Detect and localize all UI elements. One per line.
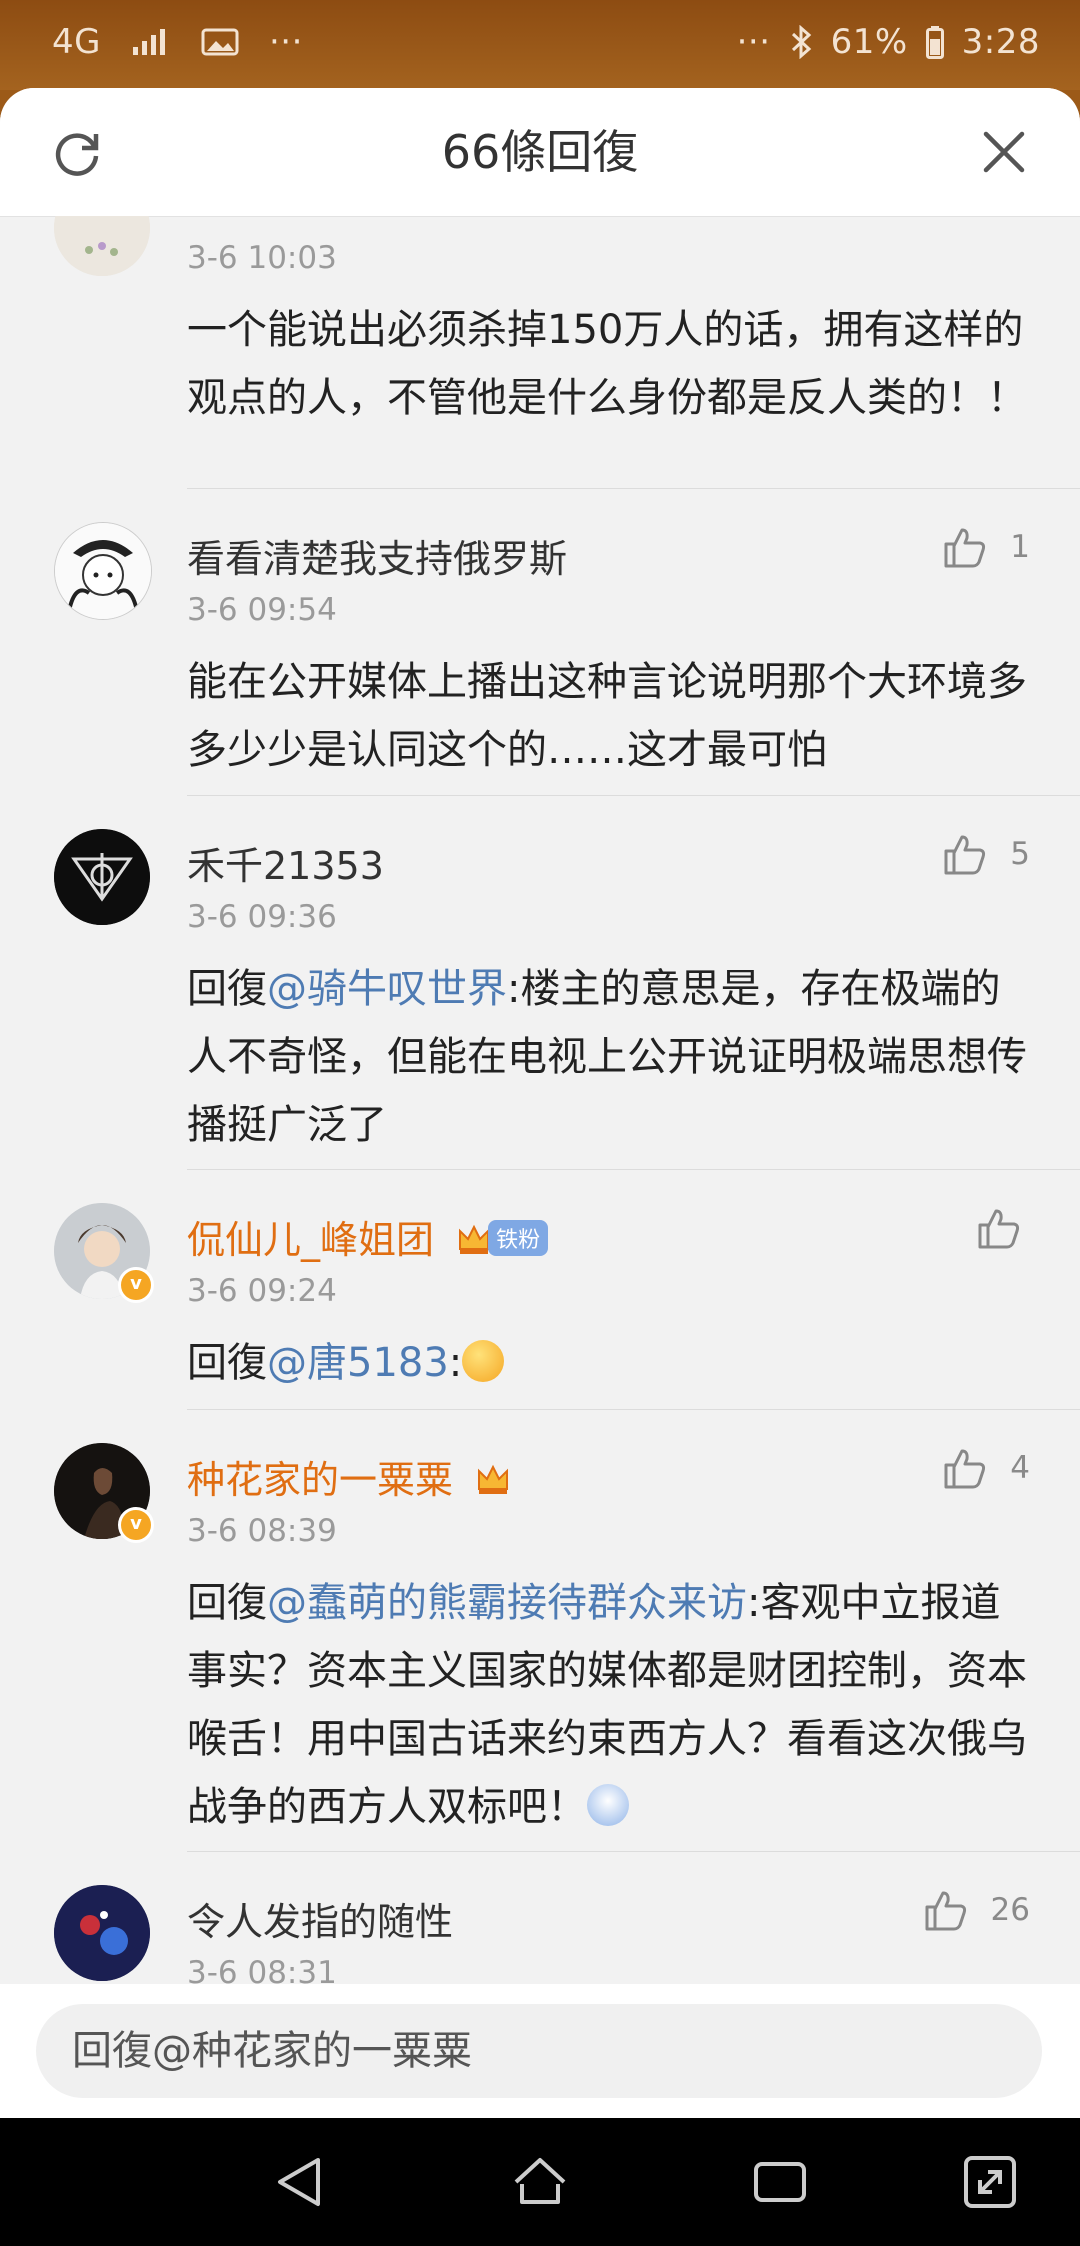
status-overflow-left: ··· xyxy=(268,22,303,62)
mention-link[interactable]: @蠢萌的熊霸接待群众来访 xyxy=(267,1580,747,1626)
avatar[interactable] xyxy=(54,829,150,925)
close-icon[interactable] xyxy=(978,126,1030,178)
like-count: 5 xyxy=(1010,836,1030,872)
like-button[interactable]: 26 xyxy=(923,1887,1030,1933)
divider xyxy=(187,1851,1080,1852)
mention-link[interactable]: @唐5183 xyxy=(267,1340,449,1386)
thumbs-up-icon xyxy=(925,1891,966,1931)
like-button[interactable]: 5 xyxy=(942,831,1030,877)
divider xyxy=(187,795,1080,796)
divider xyxy=(187,1169,1080,1170)
verified-badge-icon: v xyxy=(118,1267,154,1303)
comment-author-name: 种花家的一粟粟 xyxy=(187,1458,454,1502)
reply-prefix: 回復 xyxy=(187,1340,267,1386)
avatar[interactable] xyxy=(54,522,152,620)
comment-time: 3-6 09:54 xyxy=(187,592,337,628)
divider xyxy=(187,488,1080,489)
comment-text: 能在公开媒体上播出这种言论说明那个大环境多多少少是认同这个的……这才最可怕 xyxy=(187,659,1027,773)
comment-list[interactable]: 3-6 10:03 一个能说出必须杀掉150万人的话，拥有这样的观点的人，不管他… xyxy=(0,216,1080,2071)
recent-apps-icon[interactable] xyxy=(750,2152,810,2212)
reply-text: : xyxy=(448,1340,463,1386)
comment-author[interactable]: 侃仙儿_峰姐团 铁粉 xyxy=(187,1209,549,1264)
replies-sheet: 66條回復 3-6 10:03 一个能说出必须杀掉150万人的话，拥有这样的观点… xyxy=(0,88,1080,2118)
thumbs-up-icon xyxy=(944,1449,986,1489)
like-button[interactable]: 1 xyxy=(942,524,1030,570)
home-icon[interactable] xyxy=(510,2152,570,2212)
expand-icon[interactable] xyxy=(960,2152,1020,2212)
thumbs-up-icon xyxy=(944,528,986,568)
comment-time: 3-6 09:36 xyxy=(187,899,337,935)
comment-author[interactable]: 禾千21353 xyxy=(187,835,384,890)
page-title: 66條回復 xyxy=(441,125,639,179)
bluetooth-icon xyxy=(789,25,813,59)
thumbs-up-icon xyxy=(978,1209,1020,1249)
comment-time: 3-6 08:39 xyxy=(187,1513,337,1549)
fan-badge: 铁粉 xyxy=(488,1220,549,1256)
like-count: 26 xyxy=(990,1892,1030,1928)
comment-text: 一个能说出必须杀掉150万人的话，拥有这样的观点的人，不管他是什么身份都是反人类… xyxy=(187,307,1027,421)
sheet-header: 66條回復 xyxy=(0,88,1080,217)
reply-bar: 回復@种花家的一粟粟 xyxy=(0,1984,1080,2118)
system-nav-bar xyxy=(0,2118,1080,2246)
crown-icon xyxy=(475,1461,511,1497)
thumbs-up-icon xyxy=(944,835,986,875)
status-overflow-right: ··· xyxy=(736,22,771,62)
comment-author[interactable]: 种花家的一粟粟 xyxy=(187,1449,511,1504)
battery-icon xyxy=(925,25,944,59)
panda-emoji-icon xyxy=(587,1784,629,1826)
network-indicator: 4G xyxy=(52,22,101,62)
reply-prefix: 回復 xyxy=(187,1580,267,1626)
mention-link[interactable]: @骑牛叹世界 xyxy=(267,966,507,1012)
divider xyxy=(187,1409,1080,1410)
comment-time: 3-6 09:24 xyxy=(187,1273,337,1309)
like-button[interactable] xyxy=(976,1205,1022,1251)
comment-text: 回復@骑牛叹世界:楼主的意思是，存在极端的人不奇怪，但能在电视上公开说证明极端思… xyxy=(187,955,1037,1159)
clock: 3:28 xyxy=(961,22,1040,62)
comment-author-name: 侃仙儿_峰姐团 xyxy=(187,1218,435,1262)
comment-time: 3-6 10:03 xyxy=(187,240,337,276)
signal-icon xyxy=(131,27,171,57)
comment-text: 回復@蠢萌的熊霸接待群众来访:客观中立报道事实？资本主义国家的媒体都是财团控制，… xyxy=(187,1569,1037,1841)
back-icon[interactable] xyxy=(270,2152,330,2212)
smile-emoji-icon xyxy=(462,1340,505,1382)
like-button[interactable]: 4 xyxy=(942,1445,1030,1491)
like-count: 1 xyxy=(1010,529,1030,565)
image-icon xyxy=(201,27,239,57)
comment-author[interactable]: 令人发指的随性 xyxy=(187,1891,453,1946)
comment-text: 回復@唐5183: xyxy=(187,1329,1037,1397)
verified-badge-icon: v xyxy=(118,1507,154,1543)
crown-icon xyxy=(456,1221,492,1257)
reply-prefix: 回復 xyxy=(187,966,267,1012)
comment-author[interactable]: 看看清楚我支持俄罗斯 xyxy=(187,528,567,583)
battery-percent: 61% xyxy=(830,22,908,62)
avatar[interactable] xyxy=(54,1885,150,1981)
reply-input[interactable]: 回復@种花家的一粟粟 xyxy=(36,2004,1042,2098)
avatar[interactable] xyxy=(54,216,150,276)
like-count: 4 xyxy=(1010,1450,1030,1486)
status-bar: 4G ··· ··· 61% 3:28 xyxy=(0,0,1080,90)
